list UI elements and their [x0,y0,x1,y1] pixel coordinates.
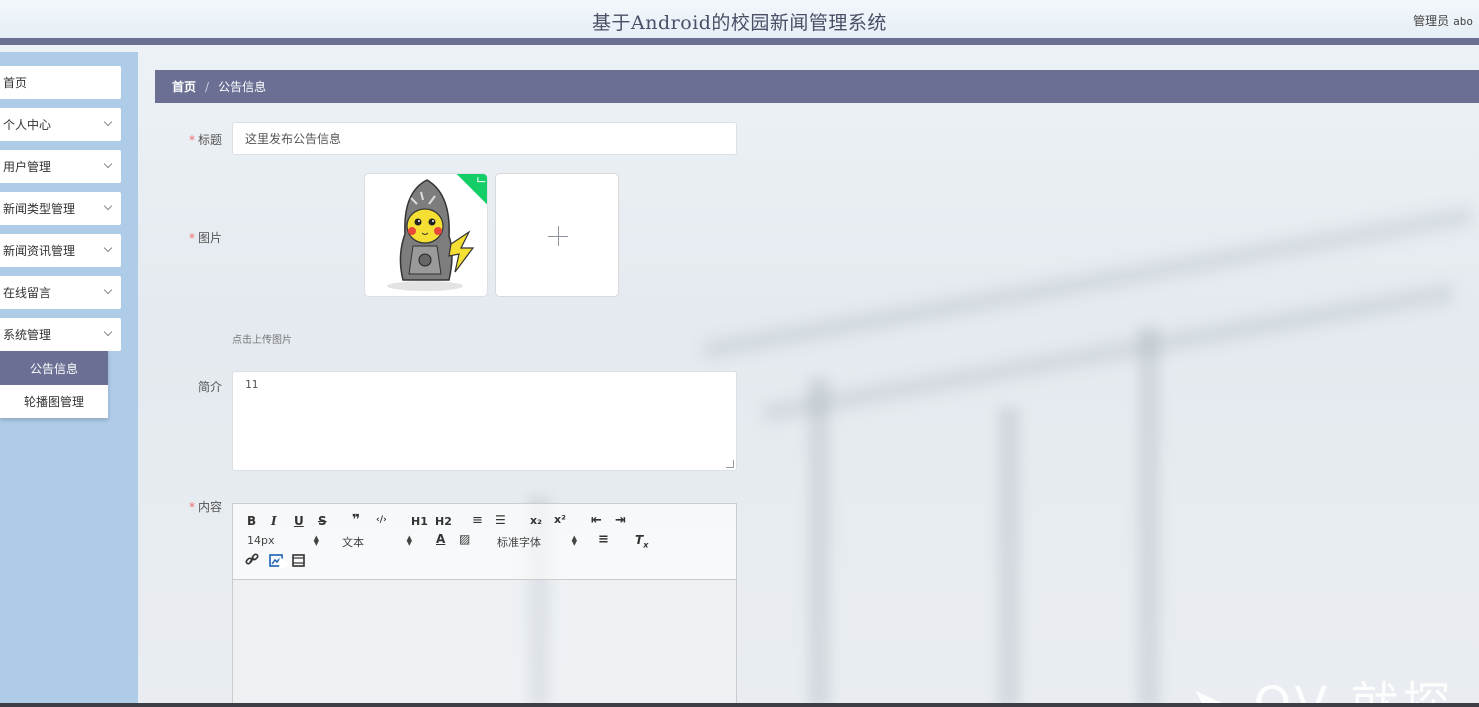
font-size-value: 14px [247,534,275,547]
top-header: 基于Android的校园新闻管理系统 管理员 abo [0,0,1479,45]
sidebar-item-label: 新闻资讯管理 [3,244,76,258]
code-block-button[interactable]: ‹/› [376,515,387,525]
summary-label: 简介 [197,380,222,394]
sidebar-item-profile[interactable]: 个人中心 [0,108,121,141]
picker-arrows-icon: ▲ ▼ [313,534,319,547]
submenu-item-announcements[interactable]: 公告信息 [0,351,108,385]
superscript-button[interactable]: x² [554,513,566,526]
app-title: 基于Android的校园新闻管理系统 [592,12,887,34]
header1-button[interactable]: H1 [411,515,428,528]
header-picker[interactable]: 文本 ▲ ▼ [342,534,412,550]
sidebar-item-label: 个人中心 [3,118,52,132]
link-button[interactable] [245,553,259,571]
italic-button[interactable]: I [271,514,277,528]
required-mark: * [188,500,195,514]
underline-button[interactable]: U [294,514,304,528]
sidebar-item-label: 新闻类型管理 [3,202,76,216]
picker-arrows-icon: ▲ ▼ [571,534,577,547]
title-input[interactable] [232,122,737,155]
pikachu-image [387,179,475,291]
blockquote-button[interactable]: ❞ [352,512,360,528]
image-label: * 图片 [188,231,222,245]
header2-button[interactable]: H2 [435,515,452,528]
chevron-down-icon [103,285,113,295]
sidebar-item-label: 系统管理 [3,328,52,342]
upload-hint: 点击上传图片 [232,335,292,346]
user-info[interactable]: 管理员 abo [1413,12,1473,29]
chevron-down-icon [103,327,113,337]
sidebar-item-messages[interactable]: 在线留言 [0,276,121,309]
align-button[interactable]: ≡ [598,532,609,547]
link-icon [245,553,259,565]
subscript-button[interactable]: x₂ [530,514,542,527]
header-picker-value: 文本 [342,536,364,549]
breadcrumb: 首页 / 公告信息 [155,70,1479,103]
background-color-button[interactable]: ▨ [459,532,470,546]
summary-text: 11 [245,378,259,391]
resize-handle-icon[interactable] [726,460,734,468]
sidebar-item-label: 在线留言 [3,286,52,300]
chevron-down-icon [103,159,113,169]
breadcrumb-current: 公告信息 [218,80,267,94]
ordered-list-button[interactable]: ≡ [472,513,483,528]
video-button[interactable] [292,554,305,570]
rich-text-editor: B I U S ❞ ‹/› H1 H2 ≡ ☰ x₂ x² ⇤ ⇥ 14px ▲… [232,503,737,707]
chevron-down-icon [103,243,113,253]
content-label: * 内容 [188,500,222,514]
strike-button[interactable]: S [318,514,327,528]
bold-button[interactable]: B [247,514,256,528]
sidebar-item-system[interactable]: 系统管理 [0,318,121,351]
font-family-picker[interactable]: 标准字体 ▲ ▼ [497,534,577,550]
sidebar-item-users[interactable]: 用户管理 [0,150,121,183]
bottom-border [0,703,1479,707]
editor-toolbar: B I U S ❞ ‹/› H1 H2 ≡ ☰ x₂ x² ⇤ ⇥ 14px ▲… [233,504,736,580]
bullet-list-button[interactable]: ☰ [495,513,506,527]
title-label: * 标题 [188,133,222,147]
required-mark: * [188,133,195,147]
breadcrumb-separator: / [205,79,210,94]
submenu-item-carousel[interactable]: 轮播图管理 [0,385,108,418]
indent-button[interactable]: ⇥ [615,513,626,528]
breadcrumb-home[interactable]: 首页 [172,78,196,95]
sidebar-item-news-types[interactable]: 新闻类型管理 [0,192,121,225]
sidebar-item-label: 首页 [3,76,28,90]
editor-content-area[interactable] [233,580,736,706]
sidebar-item-label: 用户管理 [3,160,52,174]
outdent-button[interactable]: ⇤ [591,513,602,528]
upload-add-button[interactable] [495,173,619,297]
chevron-down-icon [103,117,113,127]
watermark-logo: ➤ OV 就探 [1190,677,1455,707]
clear-format-button[interactable]: Tx [635,533,648,549]
system-submenu: 公告信息 轮播图管理 [0,351,108,418]
image-icon [269,554,283,567]
font-size-picker[interactable]: 14px ▲ ▼ [247,534,319,547]
username: abo [1453,15,1473,28]
picker-arrows-icon: ▲ ▼ [406,534,412,547]
text-color-button[interactable]: A [436,532,445,546]
sidebar-item-home[interactable]: 首页 [0,66,121,99]
image-button[interactable] [269,554,283,570]
font-family-value: 标准字体 [497,536,541,549]
video-icon [292,554,305,567]
summary-textarea[interactable]: 11 [232,371,737,471]
user-role: 管理员 [1413,14,1450,28]
chevron-down-icon [103,201,113,211]
sidebar-item-news[interactable]: 新闻资讯管理 [0,234,121,267]
required-mark: * [188,231,195,245]
uploaded-image-thumbnail[interactable] [364,173,488,297]
